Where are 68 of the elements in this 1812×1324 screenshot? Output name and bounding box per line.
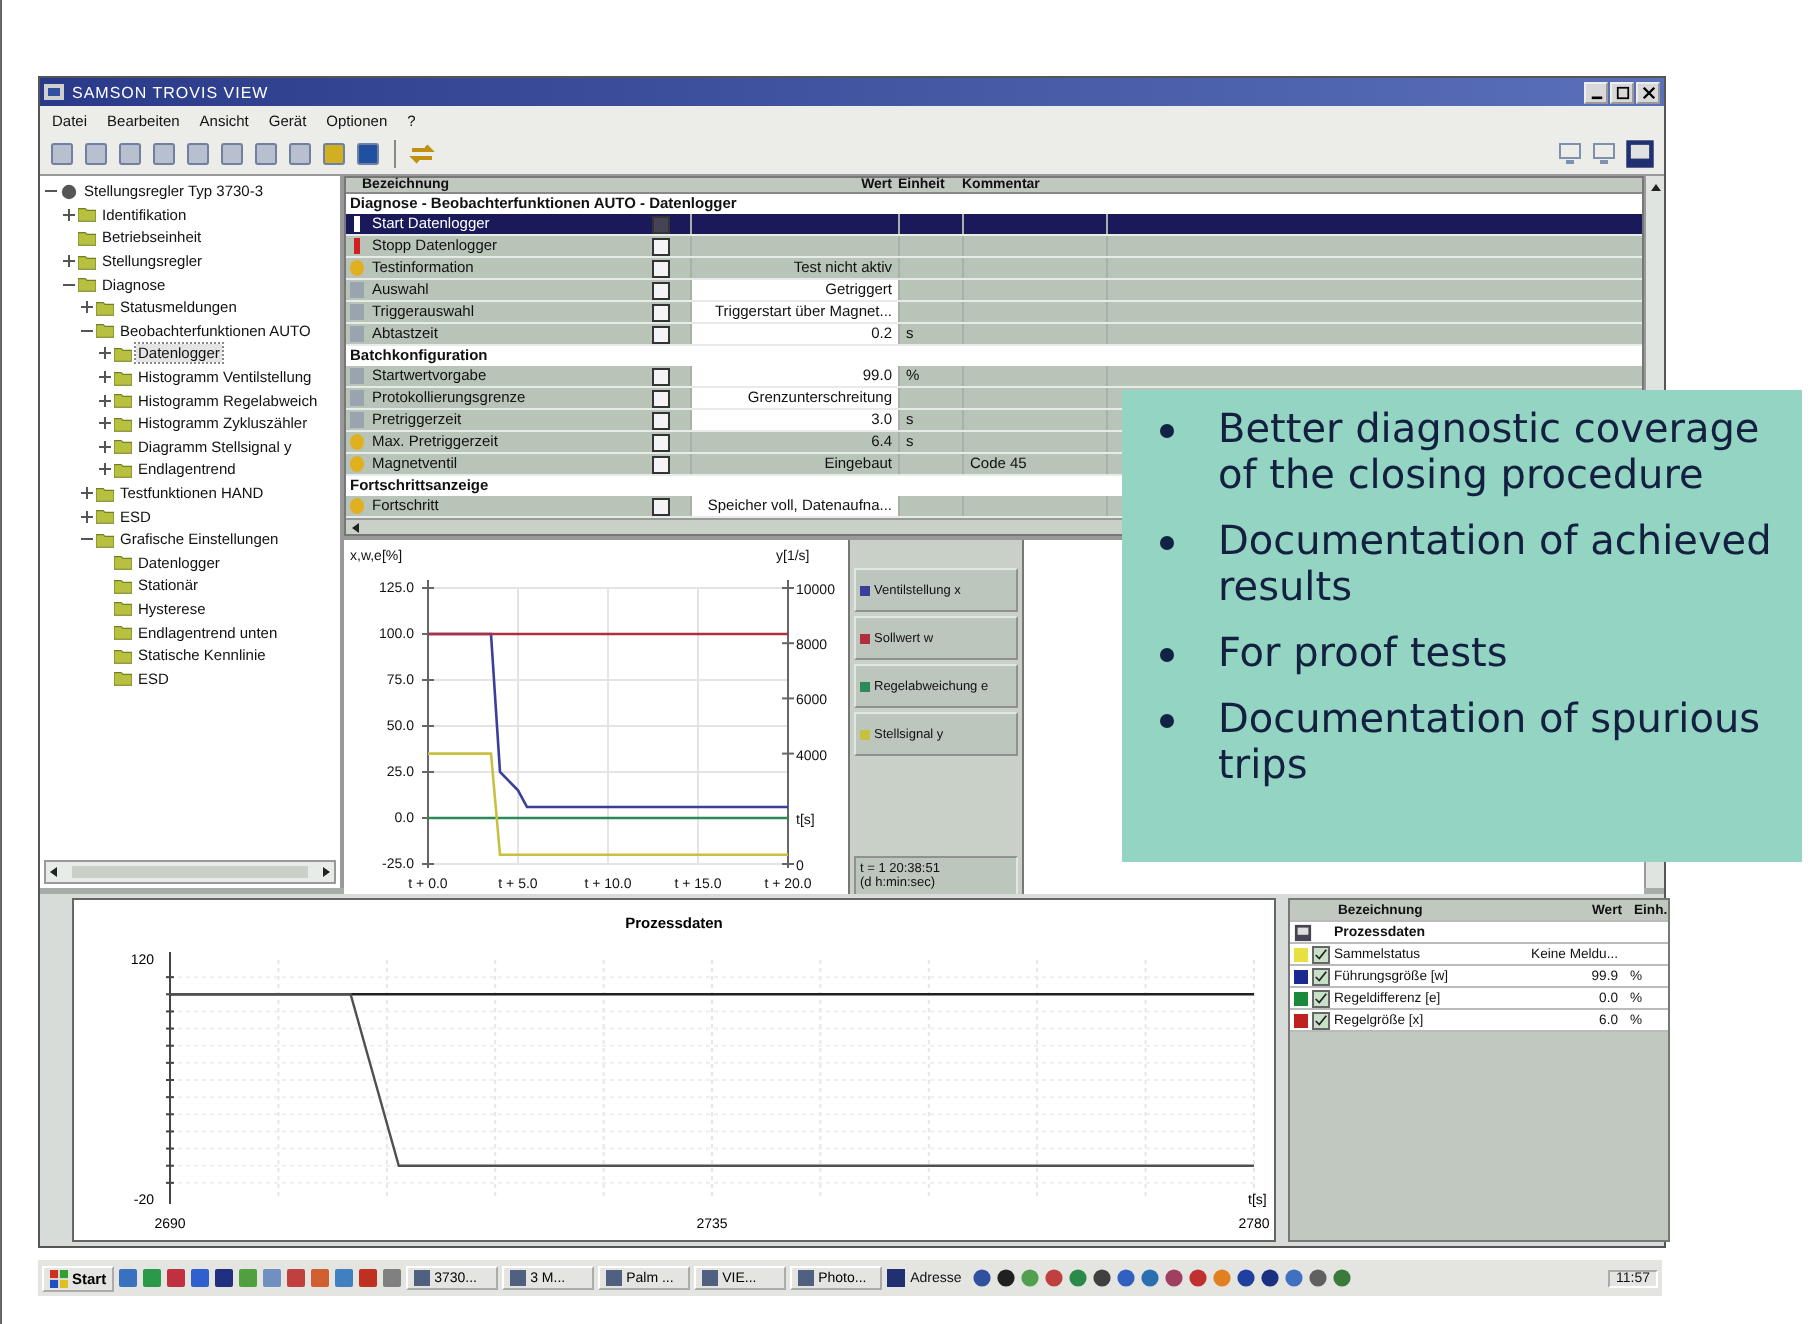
device-icon (60, 183, 78, 200)
tray-icon[interactable] (971, 1268, 992, 1288)
window-icon (606, 1270, 623, 1286)
launcher-icon[interactable] (118, 1268, 139, 1288)
row-marker-icon (350, 368, 364, 384)
window-icon (702, 1270, 719, 1286)
windows-logo-icon (50, 1269, 68, 1287)
scrollbar-thumb[interactable] (72, 866, 308, 878)
bullet-icon (1160, 424, 1174, 438)
expand-icon[interactable] (98, 416, 112, 431)
window-icon (798, 1270, 815, 1286)
expand-icon[interactable] (98, 346, 112, 361)
expand-icon[interactable] (80, 509, 94, 524)
close-button[interactable] (1636, 81, 1660, 103)
row-marker-icon (354, 216, 360, 232)
bullet-icon (1160, 536, 1174, 550)
row-marker-icon (350, 326, 364, 342)
tray-icon[interactable] (1259, 1268, 1280, 1288)
expand-icon[interactable] (80, 486, 94, 501)
launcher-icon[interactable] (166, 1268, 187, 1288)
row-button[interactable] (652, 498, 670, 516)
row-marker-icon (350, 390, 364, 406)
group-icon (1294, 923, 1312, 941)
bullet-text: Documentation of achieved results (1218, 518, 1774, 610)
launcher-icon[interactable] (358, 1268, 379, 1288)
row-marker-icon (350, 304, 364, 320)
launcher-icon[interactable] (190, 1268, 211, 1288)
expand-icon[interactable] (98, 370, 112, 385)
expand-icon[interactable] (62, 254, 76, 269)
tray-icon[interactable] (995, 1268, 1016, 1288)
expand-icon[interactable] (98, 393, 112, 408)
maximize-icon (1615, 85, 1629, 99)
minimize-button[interactable] (1584, 81, 1608, 103)
row-marker-icon (350, 434, 364, 450)
close-icon (1641, 85, 1655, 99)
bullet-text: For proof tests (1218, 630, 1510, 676)
row-marker-icon (350, 282, 364, 298)
maximize-button[interactable] (1610, 81, 1634, 103)
horizontal-scrollbar[interactable] (44, 860, 336, 884)
bullet-text: Documentation of spurious trips (1218, 696, 1763, 788)
tray-icon[interactable] (1235, 1268, 1256, 1288)
row-marker-icon (350, 412, 364, 428)
app-icon (44, 82, 64, 102)
checkbox[interactable] (1312, 945, 1330, 963)
row-marker-icon (354, 238, 360, 254)
address-icon (886, 1268, 907, 1288)
scroll-up-icon[interactable] (1649, 182, 1661, 194)
window-icon (414, 1270, 431, 1286)
window-title: SAMSON TROVIS VIEW (72, 83, 269, 101)
expand-icon[interactable] (62, 207, 76, 222)
expand-icon[interactable] (98, 439, 112, 454)
launcher-icon[interactable] (286, 1268, 307, 1288)
checkbox[interactable] (1312, 989, 1330, 1007)
expand-icon[interactable] (98, 462, 112, 477)
tray-icon[interactable] (1091, 1268, 1112, 1288)
monitor-icon[interactable] (1624, 138, 1656, 170)
checkbox[interactable] (1312, 1011, 1330, 1029)
checkbox[interactable] (1312, 967, 1330, 985)
row-marker-icon (350, 456, 364, 472)
scroll-right-icon[interactable] (320, 866, 332, 878)
window-icon (510, 1270, 527, 1286)
row-marker-icon (350, 498, 364, 514)
bullet-icon (1160, 648, 1174, 662)
row-marker-icon (350, 260, 364, 276)
bullet-icon (1160, 714, 1174, 728)
scroll-left-icon[interactable] (48, 866, 60, 878)
launcher-icon[interactable] (214, 1268, 235, 1288)
expand-icon[interactable] (80, 300, 94, 315)
